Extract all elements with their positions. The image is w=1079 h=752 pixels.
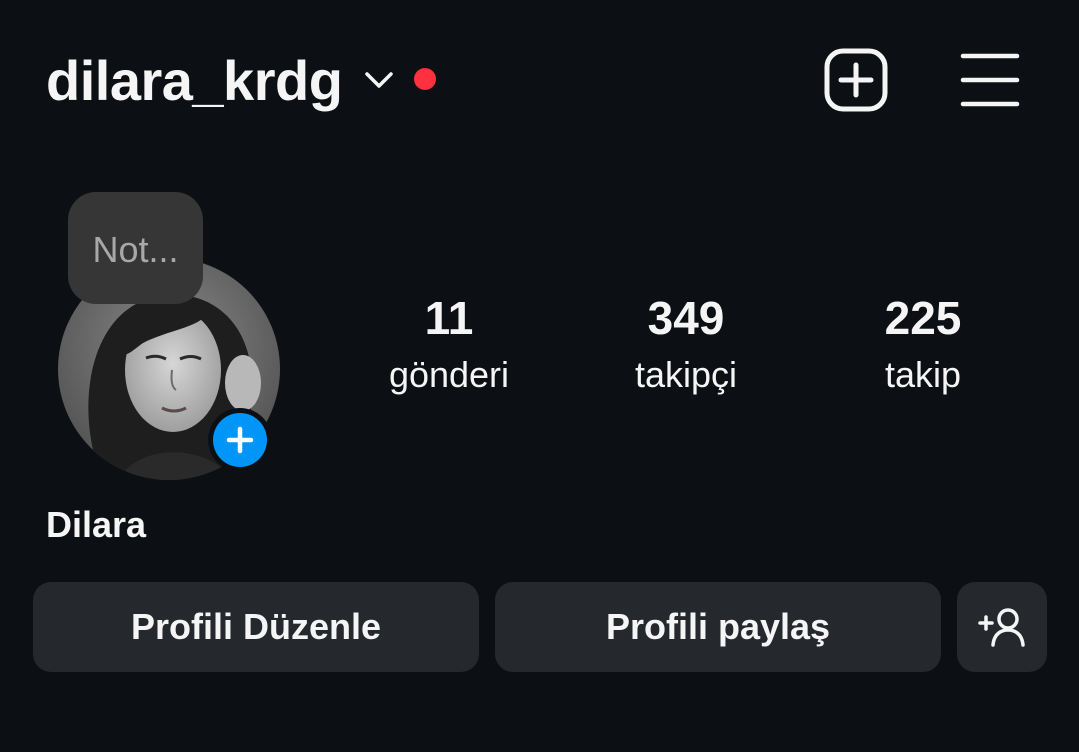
notification-dot [414,68,436,90]
edit-profile-button[interactable]: Profili Düzenle [33,582,479,672]
profile-screen: dilara_krdg Not... 11 gönderi 349 takipç… [0,0,1079,752]
add-story-circle [213,413,267,467]
edit-profile-label: Profili Düzenle [130,606,382,647]
note-bubble[interactable]: Not... [68,192,203,304]
followers-label: takipçi [634,354,738,395]
menu-icon[interactable] [960,52,1020,108]
discover-people-button[interactable] [957,582,1047,672]
plus-icon [226,426,254,454]
username-title[interactable]: dilara_krdg [46,46,343,116]
note-placeholder: Not... [92,229,179,270]
following-count: 225 [884,292,962,344]
followers-count: 349 [647,292,725,344]
following-label: takip [884,354,962,395]
followers-stat[interactable]: 349 takipçi [596,290,776,400]
add-person-icon [978,608,1025,647]
share-profile-button[interactable]: Profili paylaş [495,582,941,672]
posts-label: gönderi [388,354,510,395]
display-name: Dilara [46,504,147,545]
create-icon[interactable] [824,48,888,112]
add-story-button[interactable] [208,408,272,472]
posts-stat[interactable]: 11 gönderi [359,290,539,400]
share-profile-label: Profili paylaş [605,606,831,647]
chevron-down-icon[interactable] [362,66,396,94]
following-stat[interactable]: 225 takip [833,290,1013,400]
posts-count: 11 [424,292,474,344]
